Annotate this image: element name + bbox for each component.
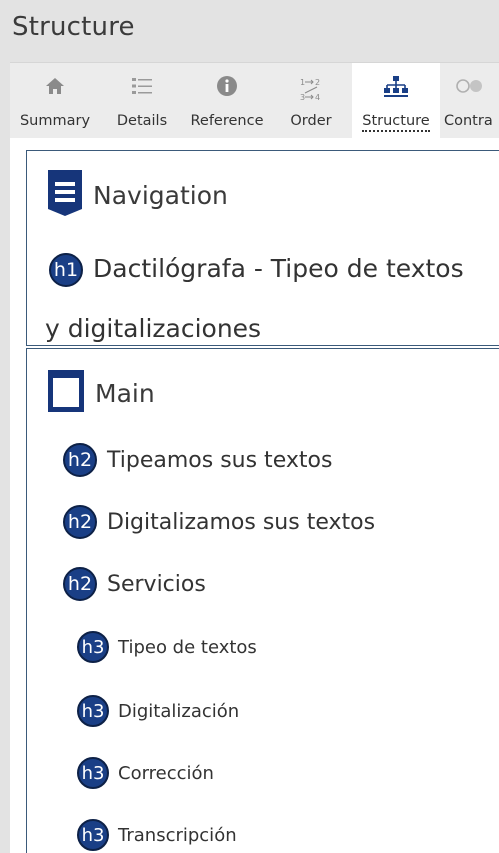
tab-contrast-label: Contra xyxy=(444,113,493,129)
h3-text: Corrección xyxy=(118,762,214,784)
svg-text:3: 3 xyxy=(300,93,305,102)
h3-text: Digitalización xyxy=(118,700,240,722)
heading-h2-item[interactable]: h2 Tipeamos sus textos xyxy=(63,443,332,477)
tab-summary-label: Summary xyxy=(19,113,91,129)
order-icon: 1 2 3 4 xyxy=(297,75,325,107)
structure-icon xyxy=(383,75,409,103)
h3-text: Tipeo de textos xyxy=(118,636,257,658)
h2-text: Servicios xyxy=(107,571,206,597)
heading-h3-item[interactable]: h3 Tipeo de textos xyxy=(77,631,257,663)
tab-contrast[interactable]: Contra xyxy=(444,63,499,139)
h2-badge: h2 xyxy=(63,443,97,477)
heading-h3-item[interactable]: h3 Corrección xyxy=(77,757,214,789)
svg-text:1: 1 xyxy=(300,78,305,87)
tab-reference[interactable]: Reference xyxy=(182,63,272,139)
heading-h2-item[interactable]: h2 Digitalizamos sus textos xyxy=(63,505,375,539)
h3-badge: h3 xyxy=(77,695,109,727)
tab-summary[interactable]: Summary xyxy=(10,63,100,139)
tab-details[interactable]: Details xyxy=(108,63,176,139)
h2-text: Digitalizamos sus textos xyxy=(107,509,376,535)
h1-badge: h1 xyxy=(49,253,83,287)
panel-title: Structure xyxy=(12,12,135,42)
heading-h1-item[interactable]: h1 Dactilógrafa - Tipeo de textos y digit… xyxy=(45,239,485,359)
tab-bar: Summary Details Reference 1 2 3 4 Order … xyxy=(10,62,499,139)
contrast-icon xyxy=(456,75,486,101)
h3-badge: h3 xyxy=(77,819,109,851)
h3-text: Transcripción xyxy=(118,824,237,846)
tab-structure[interactable]: Structure xyxy=(352,63,440,139)
heading-h3-item[interactable]: h3 Transcripción xyxy=(77,819,237,851)
h1-text: Dactilógrafa - Tipeo de textos y digital… xyxy=(45,254,464,343)
h3-badge: h3 xyxy=(77,757,109,789)
main-landmark-icon xyxy=(47,369,85,417)
tab-order-label: Order xyxy=(290,113,332,129)
navigation-landmark-label: Navigation xyxy=(93,180,228,210)
tab-reference-label: Reference xyxy=(190,113,264,129)
h2-badge: h2 xyxy=(63,505,97,539)
svg-text:4: 4 xyxy=(315,93,320,102)
h2-badge: h2 xyxy=(63,567,97,601)
heading-h3-item[interactable]: h3 Digitalización xyxy=(77,695,239,727)
svg-text:2: 2 xyxy=(315,78,320,87)
structure-content: Navigation h1 Dactilógrafa - Tipeo de tex… xyxy=(10,138,499,853)
home-icon xyxy=(44,75,66,101)
heading-h2-item[interactable]: h2 Servicios xyxy=(63,567,206,601)
list-icon xyxy=(130,75,154,101)
main-landmark-label: Main xyxy=(95,378,155,408)
tab-structure-label: Structure xyxy=(352,113,440,132)
info-icon xyxy=(216,75,238,101)
tab-details-label: Details xyxy=(116,113,168,129)
navigation-landmark-icon xyxy=(47,169,83,221)
main-landmark[interactable]: Main h2 Tipeamos sus textos h2 Digitaliz… xyxy=(26,348,499,853)
navigation-landmark[interactable]: Navigation h1 Dactilógrafa - Tipeo de tex… xyxy=(26,150,499,346)
tab-order[interactable]: 1 2 3 4 Order xyxy=(278,63,344,139)
h3-badge: h3 xyxy=(77,631,109,663)
h2-text: Tipeamos sus textos xyxy=(107,447,333,473)
